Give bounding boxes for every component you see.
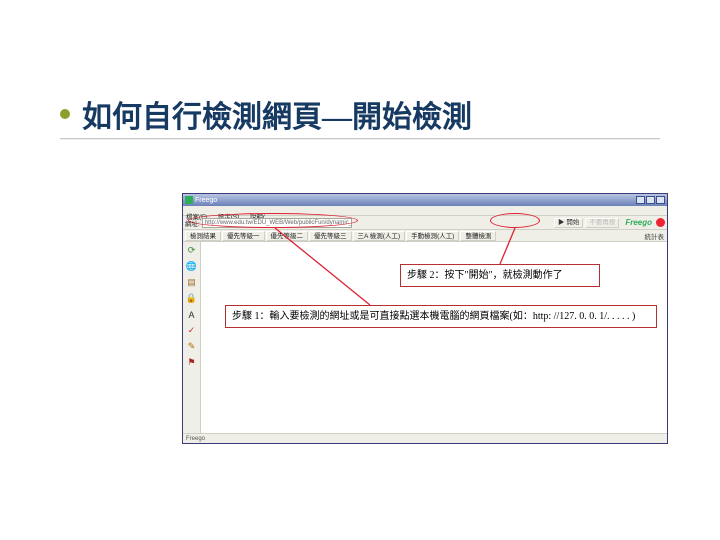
refresh-icon[interactable]: ⟳ <box>185 244 198 257</box>
logo-text: Freego <box>625 218 652 227</box>
globe-icon[interactable]: 🌐 <box>185 260 198 273</box>
tab-p2[interactable]: 優先等級二 <box>266 231 309 241</box>
tab-all[interactable]: 整體檢測 <box>460 231 496 241</box>
logo-icon <box>656 218 665 227</box>
check-icon[interactable]: ✓ <box>185 324 198 337</box>
start-button[interactable]: ▶ 開始 <box>554 218 583 228</box>
highlight-circle-url <box>188 213 358 228</box>
bullet-icon <box>60 109 70 119</box>
titlebar: Freego <box>183 194 667 206</box>
minimize-button[interactable] <box>636 196 645 204</box>
window-title: Freego <box>195 197 636 204</box>
title-row: 如何自行檢測網頁—開始檢測 <box>60 92 660 136</box>
tab-p3[interactable]: 優先等級三 <box>309 231 352 241</box>
callout-step1: 步驟 1：輸入要檢測的網址或是可直接點選本機電腦的網頁檔案(如：http: //… <box>225 305 657 328</box>
text-icon[interactable]: A <box>185 308 198 321</box>
tab-stats[interactable]: 統計表 <box>645 231 665 241</box>
status-bar: Freego <box>183 433 667 443</box>
tab-manual[interactable]: 手動檢測(人工) <box>406 231 459 241</box>
page-icon[interactable]: ▤ <box>185 276 198 289</box>
sidebar: ⟳ 🌐 ▤ 🔒 A ✓ ✎ ⚑ <box>183 242 201 433</box>
tab-aaa[interactable]: 三A 檢測(人工) <box>353 231 406 241</box>
tab-p1[interactable]: 優先等級一 <box>222 231 265 241</box>
maximize-button[interactable] <box>646 196 655 204</box>
slide-title: 如何自行檢測網頁—開始檢測 <box>82 92 472 136</box>
slide: 如何自行檢測網頁—開始檢測 Freego 檔案(F) 設定(S) 說明( 網址:… <box>0 0 720 540</box>
flag-icon[interactable]: ⚑ <box>185 356 198 369</box>
callout-step2: 步驟 2：按下"開始"，就檢測動作了 <box>400 264 600 287</box>
highlight-circle-start <box>490 213 540 228</box>
tab-bar: 檢測結果 優先等級一 優先等級二 優先等級三 三A 檢測(人工) 手動檢測(人工… <box>183 230 667 242</box>
title-underline <box>60 138 660 139</box>
window-buttons <box>636 196 665 204</box>
stop-button[interactable]: 不要再按 <box>585 218 619 228</box>
note-icon[interactable]: ✎ <box>185 340 198 353</box>
tab-result[interactable]: 檢測結果 <box>185 231 221 241</box>
app-icon <box>185 196 193 204</box>
close-button[interactable] <box>656 196 665 204</box>
lock-icon[interactable]: 🔒 <box>185 292 198 305</box>
